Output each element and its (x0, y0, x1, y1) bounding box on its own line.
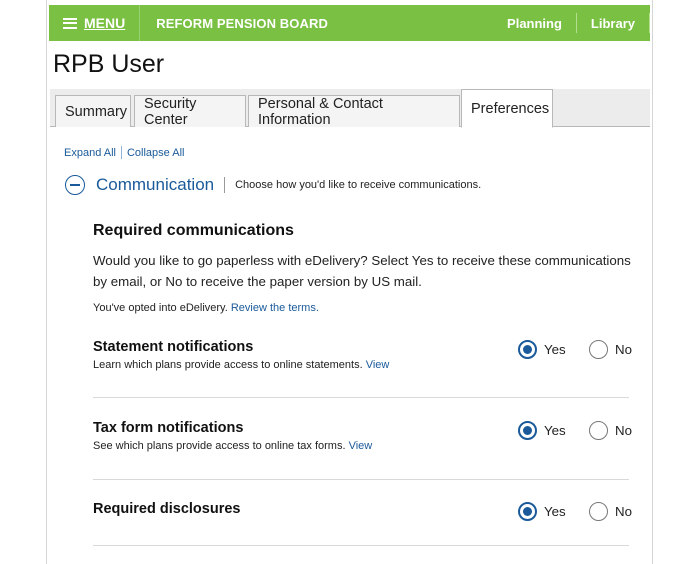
view-link[interactable]: View (349, 440, 373, 452)
preference-description: See which plans provide access to online… (93, 440, 629, 452)
radio-no[interactable] (589, 502, 608, 521)
radio-no[interactable] (589, 421, 608, 440)
row-divider (93, 397, 629, 398)
top-navigation-bar: MENU REFORM PENSION BOARD Planning Libra… (49, 5, 650, 41)
disclosures-no-option[interactable]: No (589, 502, 632, 521)
edelivery-status-text: You've opted into eDelivery. (93, 302, 231, 314)
radio-yes-label: Yes (544, 504, 566, 519)
radio-no-label: No (615, 504, 632, 519)
row-divider (93, 479, 629, 480)
preference-description: Learn which plans provide access to onli… (93, 359, 629, 371)
tab-label: Summary (65, 103, 128, 120)
collapse-section-icon[interactable] (65, 175, 85, 195)
brand-name: REFORM PENSION BOARD (156, 15, 328, 31)
edelivery-status: You've opted into eDelivery. Review the … (93, 302, 643, 314)
expand-all-link[interactable]: Expand All (64, 147, 116, 159)
nav-planning-link[interactable]: Planning (493, 16, 576, 31)
statement-no-option[interactable]: No (589, 340, 632, 359)
section-description: Choose how you'd like to receive communi… (235, 179, 482, 191)
required-body: Would you like to go paperless with eDel… (93, 253, 631, 289)
link-divider (120, 146, 122, 159)
tax-form-yes-option[interactable]: Yes (518, 421, 566, 440)
radio-yes[interactable] (518, 340, 537, 359)
disclosures-yes-option[interactable]: Yes (518, 502, 566, 521)
tax-form-no-option[interactable]: No (589, 421, 632, 440)
top-nav: Planning Library (493, 5, 650, 41)
section-divider (224, 177, 226, 193)
statement-yes-option[interactable]: Yes (518, 340, 566, 359)
radio-yes[interactable] (518, 502, 537, 521)
review-terms-link[interactable]: Review the terms. (231, 302, 319, 314)
hamburger-icon (63, 17, 77, 29)
radio-no[interactable] (589, 340, 608, 359)
radio-no-label: No (615, 342, 632, 357)
radio-yes[interactable] (518, 421, 537, 440)
tab-personal-contact[interactable]: Personal & Contact Information (248, 95, 460, 128)
tab-label: Security Center (144, 95, 197, 128)
required-title: Required communications (93, 222, 294, 239)
row-divider (93, 545, 629, 546)
radio-no-label: No (615, 423, 632, 438)
nav-divider (649, 13, 650, 33)
tab-label: Preferences (471, 100, 550, 117)
tab-summary[interactable]: Summary (55, 95, 131, 127)
tab-security-center[interactable]: Security Center (134, 95, 246, 128)
header-divider (139, 5, 141, 41)
preference-description-text: See which plans provide access to online… (93, 440, 349, 452)
view-link[interactable]: View (366, 359, 390, 371)
section-title[interactable]: Communication (96, 175, 214, 195)
collapse-all-link[interactable]: Collapse All (127, 147, 184, 159)
expand-collapse-links: Expand All Collapse All (64, 146, 184, 159)
tab-preferences[interactable]: Preferences (461, 89, 553, 128)
section-header: Communication Choose how you'd like to r… (65, 175, 481, 195)
radio-yes-label: Yes (544, 342, 566, 357)
radio-yes-label: Yes (544, 423, 566, 438)
required-communications: Required communications Would you like t… (93, 222, 643, 314)
page-title: RPB User (53, 50, 165, 78)
tab-label: Personal & Contact Information (258, 95, 383, 128)
nav-library-link[interactable]: Library (577, 16, 649, 31)
menu-button[interactable]: MENU (63, 15, 125, 31)
preference-description-text: Learn which plans provide access to onli… (93, 359, 366, 371)
menu-label: MENU (84, 15, 126, 31)
